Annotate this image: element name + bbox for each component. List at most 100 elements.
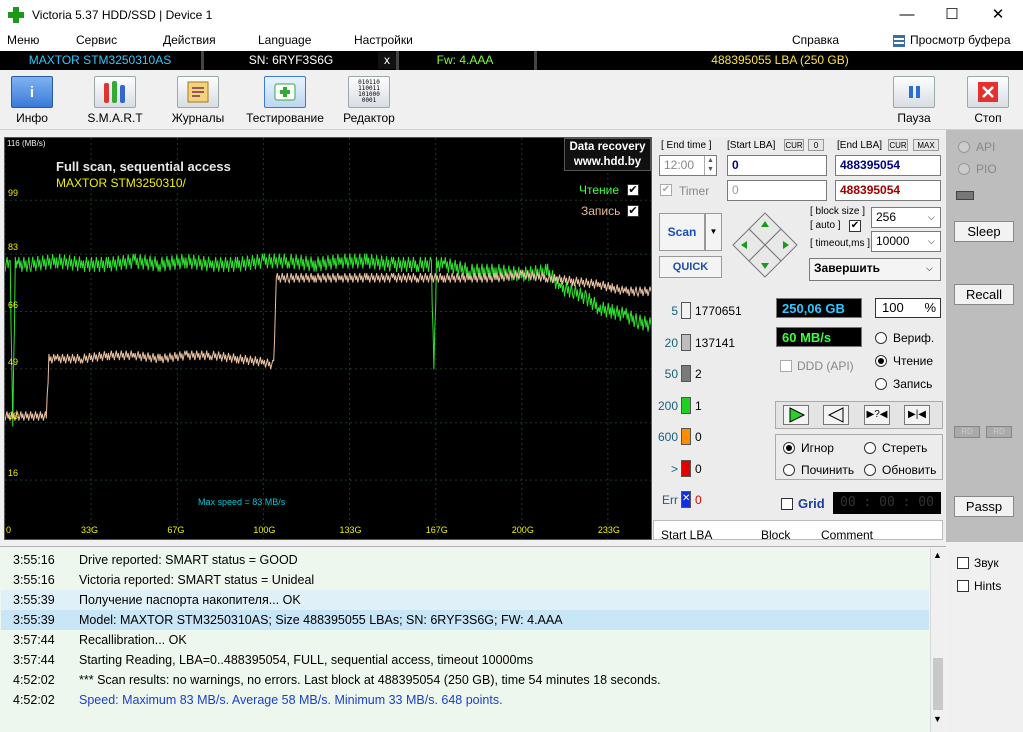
log-row[interactable]: 3:55:39 Model: MAXTOR STM3250310AS; Size … (1, 610, 929, 630)
maximize-button[interactable]: ☐ (929, 0, 975, 31)
finish-chevron-icon: ⌵ (926, 263, 933, 273)
end-time-spinner[interactable]: ▲ ▼ (704, 156, 716, 175)
passport-button[interactable]: Passp (954, 496, 1014, 517)
mode-verify-radio[interactable] (875, 332, 887, 344)
graph-title: Full scan, sequential access (56, 159, 231, 174)
random-seek-button[interactable]: ▶?◀ (864, 405, 890, 425)
legend-read-label: Чтение (579, 183, 620, 197)
pause-button[interactable]: Пауза (888, 74, 940, 128)
play-forward-button[interactable] (783, 405, 809, 425)
log-row[interactable]: 4:52:02 *** Scan results: no warnings, no… (1, 670, 929, 690)
ignore-radio[interactable] (783, 442, 795, 454)
timer-input[interactable]: 0 (727, 180, 827, 201)
block-count: 137141 (695, 335, 736, 350)
column-start-lba[interactable]: Start LBA (661, 528, 712, 542)
play-icon (789, 407, 806, 423)
logs-button[interactable]: Журналы (166, 74, 230, 128)
y-tick-label: 83 (8, 242, 19, 253)
refresh-radio[interactable] (864, 464, 876, 476)
mode-write-radio[interactable] (875, 378, 887, 390)
device-model[interactable]: MAXTOR STM3250310AS (0, 52, 200, 69)
mode-read-label: Чтение (893, 354, 934, 368)
stop-icon (967, 76, 1009, 108)
block-size-chevron-icon: ⌵ (928, 212, 935, 222)
legend-read-checkbox[interactable]: ✔ (627, 184, 639, 196)
repair-radio[interactable] (783, 464, 795, 476)
legend-write-checkbox[interactable]: ✔ (627, 205, 639, 217)
sound-checkbox[interactable] (957, 557, 969, 569)
menu-item-help[interactable]: Справка (792, 33, 839, 47)
column-comment[interactable]: Comment (821, 528, 873, 542)
x-tick-label: 67G (167, 525, 185, 535)
close-button[interactable]: ✕ (975, 0, 1021, 31)
menu-item-settings[interactable]: Настройки (354, 33, 413, 47)
editor-button[interactable]: 010110 110011 101000 0001 Редактор (338, 74, 400, 128)
smart-button[interactable]: S.M.A.R.T (82, 74, 148, 128)
log-row[interactable]: 3:55:39 Получение паспорта накопителя... … (1, 590, 929, 610)
end-lba-max-button[interactable]: MAX (913, 139, 939, 151)
sleep-button[interactable]: Sleep (954, 221, 1014, 242)
power-indicator (956, 191, 974, 200)
max-speed-annotation: Max speed = 83 MB/s (198, 497, 286, 507)
finish-action-select[interactable]: Завершить (809, 258, 941, 281)
menu-item-actions[interactable]: Действия (163, 33, 216, 47)
menu-item-menu[interactable]: Меню (7, 33, 39, 47)
menu-item-buffer-view[interactable]: Просмотр буфера (910, 33, 1011, 47)
recall-button[interactable]: Recall (954, 284, 1014, 305)
testing-button[interactable]: Тестирование (246, 74, 324, 128)
speed-display: 60 MB/s (776, 327, 862, 347)
rd1-button[interactable]: RD (954, 426, 980, 438)
repair-label: Починить (801, 463, 855, 477)
reverse-icon (827, 407, 844, 423)
erase-radio[interactable] (864, 442, 876, 454)
start-lba-input[interactable]: 0 (727, 155, 827, 176)
column-block[interactable]: Block (761, 528, 790, 542)
device-serial: SN: 6RYF3S6G (248, 53, 334, 67)
pio-radio[interactable] (958, 163, 970, 175)
log-row[interactable]: 3:57:44 Recallibration... OK (1, 630, 929, 650)
binary-editor-icon: 010110 110011 101000 0001 (348, 76, 390, 108)
minimize-button[interactable]: — (884, 0, 930, 31)
log-row[interactable]: 3:55:16 Victoria reported: SMART status =… (1, 570, 929, 590)
log-row[interactable]: 3:57:44 Starting Reading, LBA=0..48839505… (1, 650, 929, 670)
butterfly-button[interactable]: ▶|◀ (904, 405, 930, 425)
log-time: 3:55:39 (13, 613, 55, 627)
x-tick-label: 133G (339, 525, 362, 535)
rd2-button[interactable]: RD (986, 426, 1012, 438)
block-count: 1770651 (695, 304, 742, 318)
recovery-line1: Data recovery (569, 141, 646, 153)
timer-label: Timer (679, 184, 710, 198)
quick-button[interactable]: QUICK (659, 256, 722, 278)
log-scrollbar[interactable]: ▲ ▼ (930, 548, 945, 732)
log-row[interactable]: 3:55:16 Drive reported: SMART status = GO… (1, 550, 929, 570)
quick-button-label: QUICK (672, 261, 709, 273)
scan-control-panel: [ End time ] [Start LBA] CUR 0 [End LBA]… (653, 137, 945, 542)
auto-checkbox[interactable]: ✔ (849, 220, 861, 232)
block-row: 200 1 (653, 396, 773, 415)
start-lba-zero-button[interactable]: 0 (808, 139, 824, 151)
stop-button[interactable]: Стоп (962, 74, 1014, 128)
scan-button[interactable]: Scan (659, 213, 705, 251)
menu-item-service[interactable]: Сервис (76, 33, 117, 47)
start-lba-cur-button[interactable]: CUR (784, 139, 804, 151)
scroll-up-icon[interactable]: ▲ (933, 550, 942, 560)
timer-checkbox[interactable]: ✔ (660, 184, 672, 196)
end-lba-input[interactable]: 488395054 (835, 155, 941, 176)
hints-checkbox[interactable] (957, 580, 969, 592)
play-backward-button[interactable] (823, 405, 849, 425)
menu-item-language[interactable]: Language (258, 33, 311, 47)
mode-verify-label: Вериф. (893, 331, 935, 345)
log-row[interactable]: 4:52:02 Speed: Maximum 83 MB/s. Average 5… (1, 690, 929, 710)
scan-dropdown-button[interactable]: ▼ (705, 213, 722, 251)
api-radio[interactable] (958, 141, 970, 153)
block-row: 600 0 (653, 428, 773, 446)
ddd-checkbox[interactable] (780, 360, 792, 372)
block-row: Err ✕ 0 (653, 491, 773, 509)
recovery-line2: www.hdd.by (573, 156, 642, 168)
mode-read-radio[interactable] (875, 355, 887, 367)
grid-checkbox[interactable] (781, 498, 793, 510)
scroll-thumb[interactable] (933, 658, 943, 710)
info-button[interactable]: i Инфо (6, 74, 58, 128)
scroll-down-icon[interactable]: ▼ (933, 714, 942, 724)
end-lba-cur-button[interactable]: CUR (888, 139, 908, 151)
